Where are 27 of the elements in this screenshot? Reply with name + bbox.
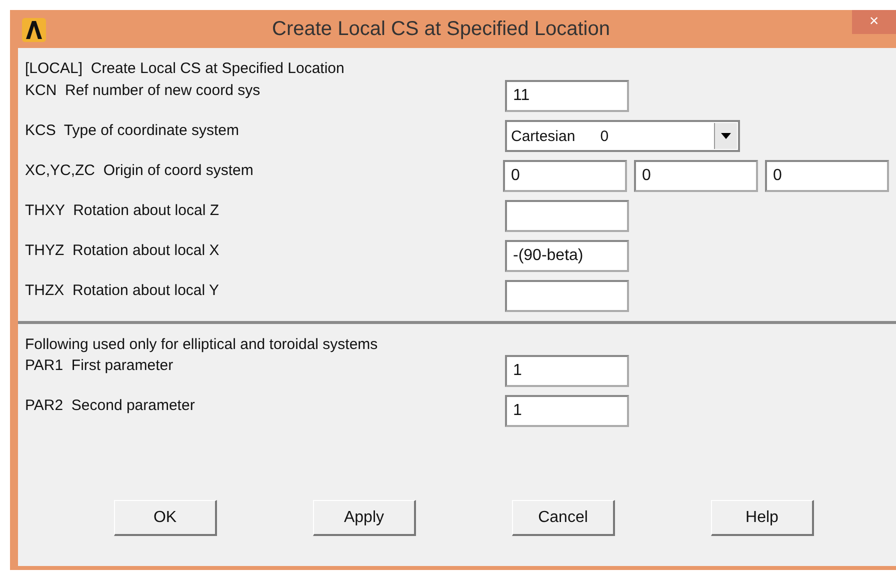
input-field[interactable]: -(90-beta): [505, 240, 629, 272]
section-heading: Following used only for elliptical and toroidal systems: [25, 335, 379, 355]
section-heading: [LOCAL] Create Local CS at Specified Location: [25, 59, 346, 79]
input-field[interactable]: 0: [503, 160, 627, 192]
input-field[interactable]: 1: [505, 395, 629, 427]
input-field[interactable]: 1: [505, 355, 629, 387]
field-label: PAR2 Second parameter: [25, 396, 196, 416]
dialog-button[interactable]: Apply: [313, 500, 416, 536]
dialog-button[interactable]: Cancel: [512, 500, 615, 536]
field-label: PAR1 First parameter: [25, 356, 174, 376]
dropdown[interactable]: Cartesian 0: [505, 120, 740, 152]
input-field[interactable]: [505, 200, 629, 232]
field-label: KCN Ref number of new coord sys: [25, 81, 262, 101]
field-label: THYZ Rotation about local X: [25, 241, 220, 261]
dialog-button[interactable]: Help: [711, 500, 814, 536]
field-label: THZX Rotation about local Y: [25, 281, 220, 301]
input-field[interactable]: 0: [765, 160, 889, 192]
input-field[interactable]: 0: [634, 160, 758, 192]
input-field[interactable]: [505, 280, 629, 312]
input-field[interactable]: 11: [505, 80, 629, 112]
field-label: KCS Type of coordinate system: [25, 121, 240, 141]
field-label: XC,YC,ZC Origin of coord system: [25, 161, 254, 181]
dropdown-arrow-icon: [721, 133, 731, 139]
window-title: Create Local CS at Specified Location: [271, 17, 611, 42]
field-label: THXY Rotation about local Z: [25, 201, 220, 221]
app-logo-icon: [22, 18, 46, 42]
dialog-button[interactable]: OK: [114, 500, 217, 536]
